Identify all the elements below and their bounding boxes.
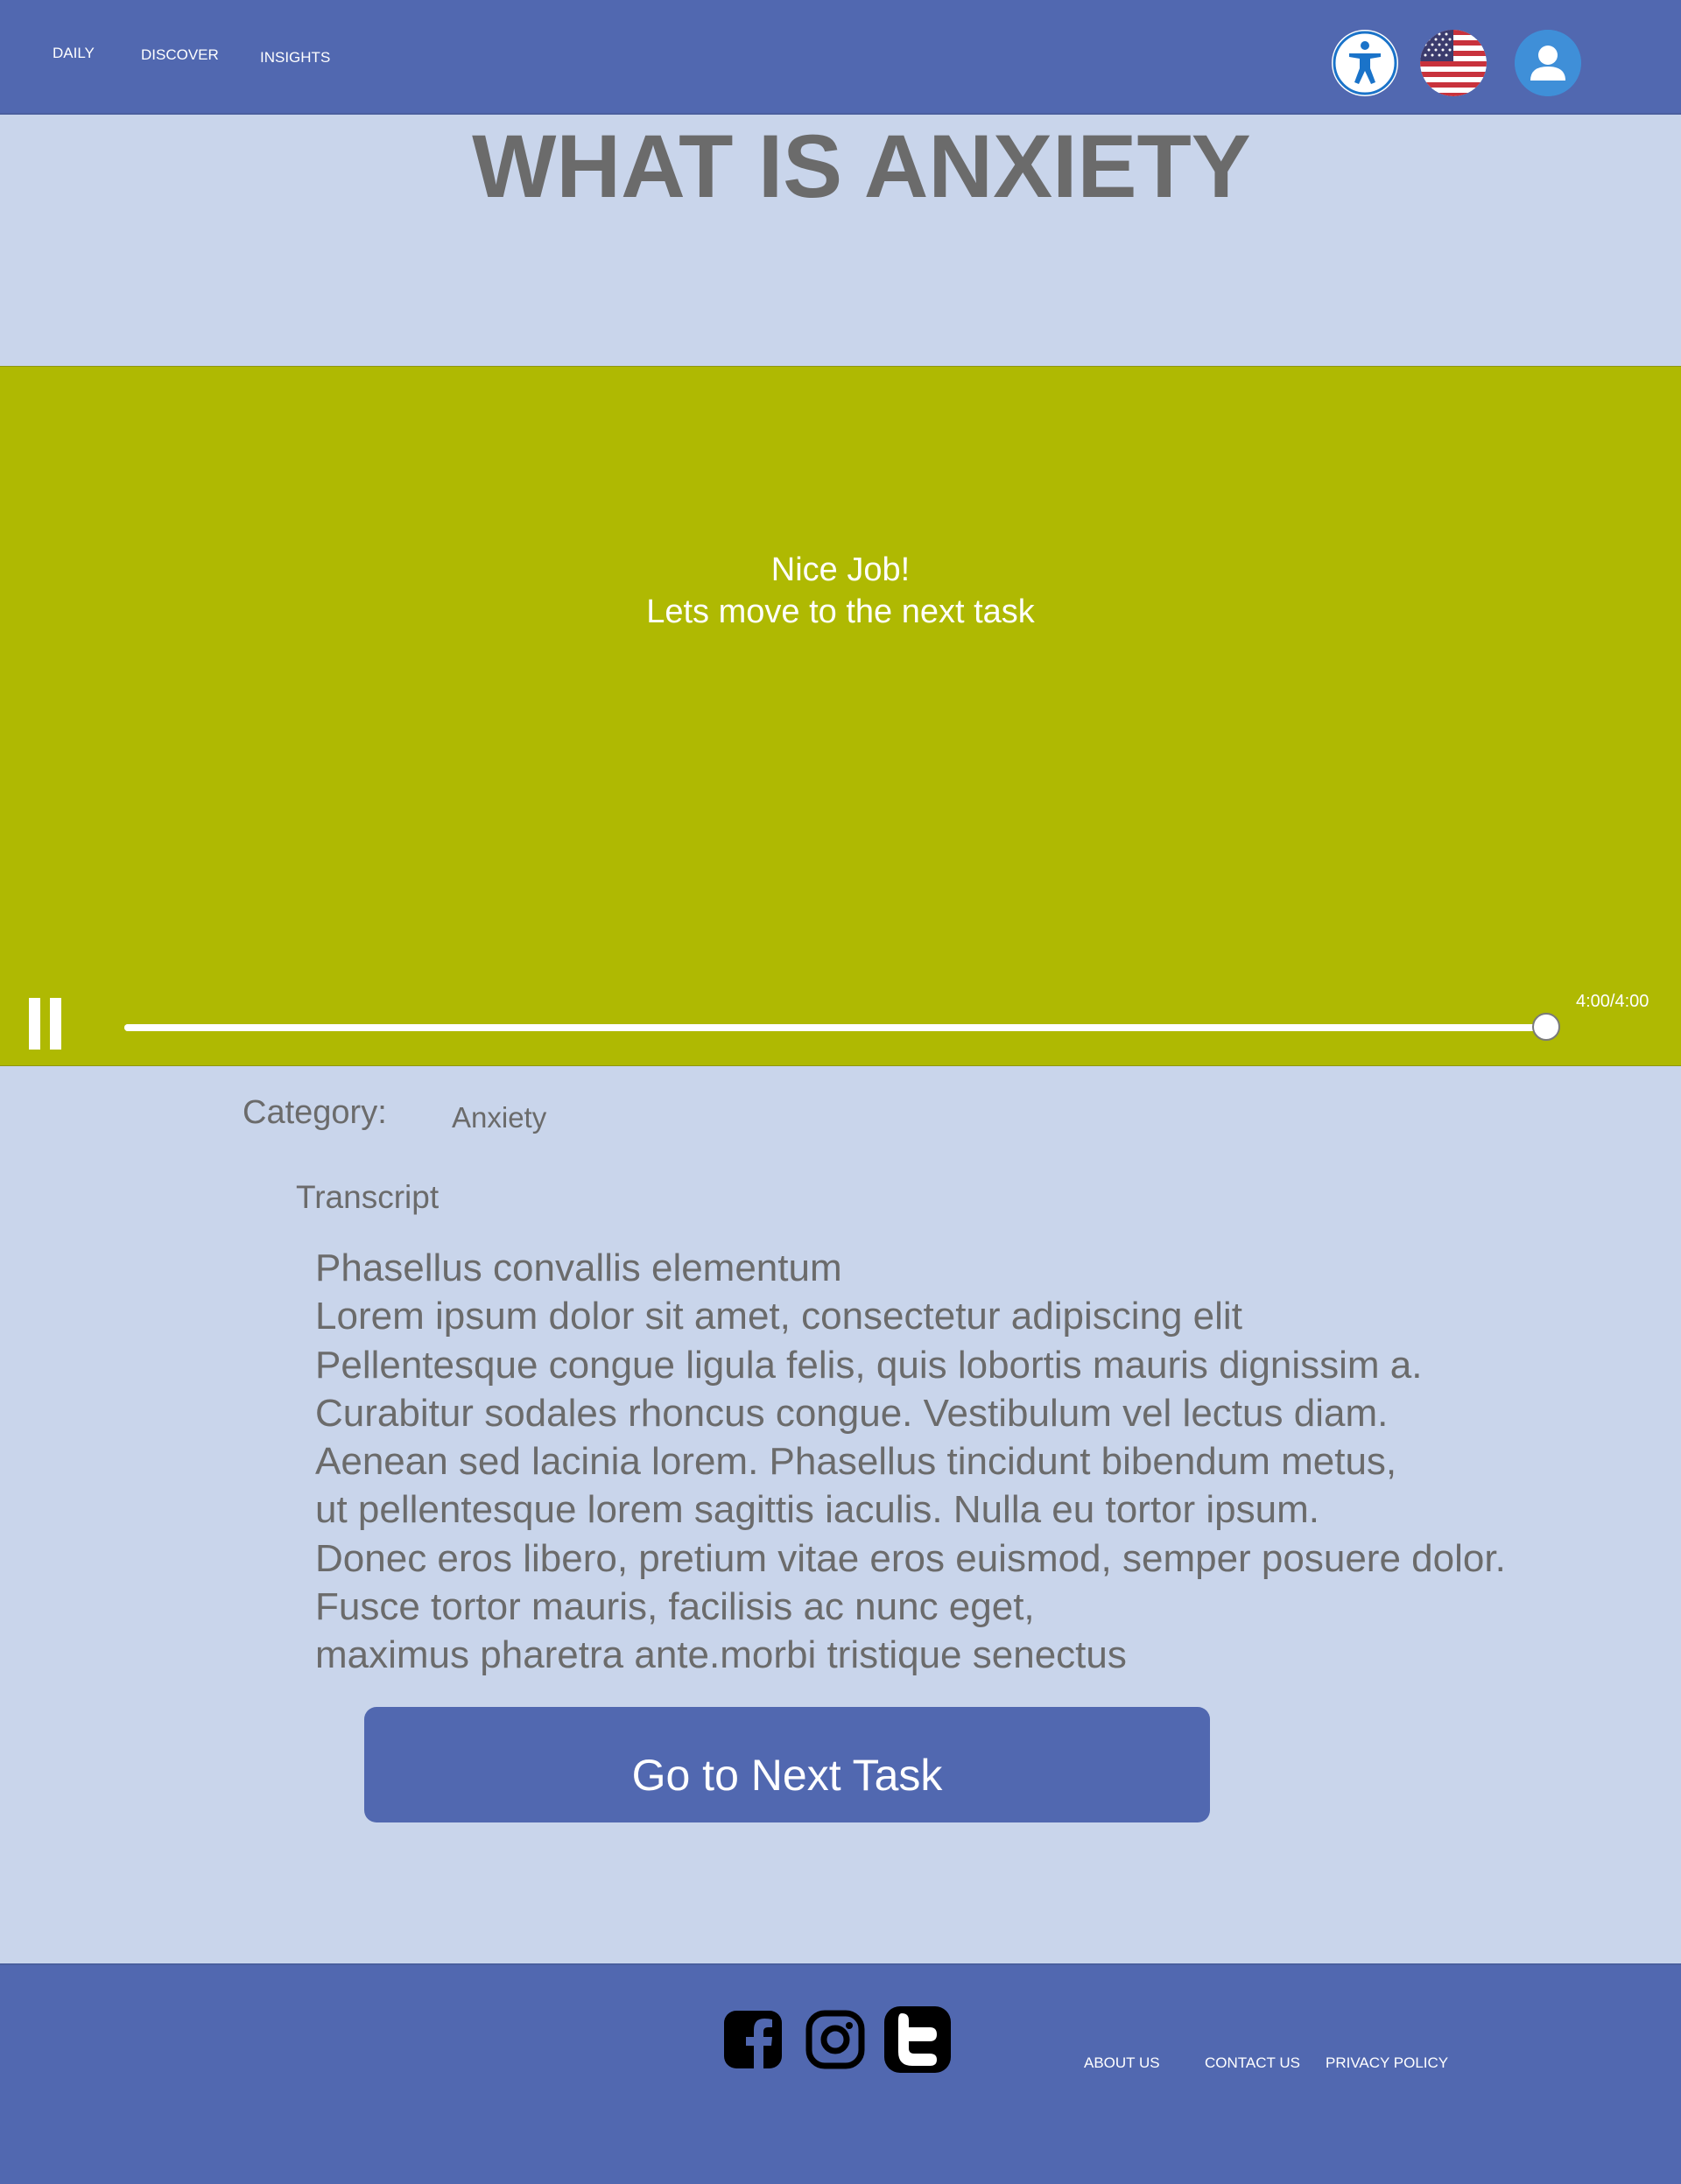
user-avatar-icon[interactable]: [1515, 30, 1581, 96]
video-message-line2: Lets move to the next task: [646, 593, 1035, 630]
transcript-text: Phasellus convallis elementum Lorem ipsu…: [315, 1244, 1628, 1680]
category-label: Category:: [243, 1094, 387, 1131]
transcript-line: Phasellus convallis elementum: [315, 1246, 842, 1289]
video-player[interactable]: Nice Job! Lets move to the next task 4:0…: [0, 366, 1681, 1066]
pause-icon[interactable]: [29, 998, 62, 1050]
category-value: Anxiety: [452, 1101, 547, 1134]
video-time: 4:00/4:00: [1576, 992, 1649, 1011]
video-progress-bar[interactable]: [124, 1024, 1544, 1031]
video-message-line1: Nice Job!: [770, 551, 911, 588]
transcript-line: Aenean sed lacinia lorem. Phasellus tinc…: [315, 1440, 1397, 1484]
video-message: Nice Job! Lets move to the next task: [0, 549, 1681, 633]
transcript-line: Lorem ipsum dolor sit amet, consectetur …: [315, 1295, 1242, 1338]
transcript-line: Fusce tortor mauris, facilisis ac nunc e…: [315, 1585, 1035, 1629]
transcript-line: ut pellentesque lorem sagittis iaculis. …: [315, 1488, 1319, 1532]
footer-contact-link[interactable]: CONTACT US: [1205, 2054, 1300, 2072]
footer-about-link[interactable]: ABOUT US: [1084, 2054, 1160, 2072]
footer-privacy-link[interactable]: PRIVACY POLICY: [1326, 2054, 1448, 2072]
facebook-icon[interactable]: [722, 2009, 784, 2070]
nav-daily[interactable]: DAILY: [53, 45, 95, 62]
nav-insights[interactable]: INSIGHTS: [260, 49, 330, 67]
transcript-label: Transcript: [296, 1179, 440, 1215]
us-flag-icon[interactable]: [1420, 30, 1487, 96]
twitter-icon[interactable]: [883, 2005, 953, 2075]
video-progress-thumb[interactable]: [1532, 1013, 1560, 1041]
transcript-line: Pellentesque congue ligula felis, quis l…: [315, 1343, 1423, 1387]
next-task-button[interactable]: Go to Next Task: [364, 1707, 1210, 1822]
transcript-line: maximus pharetra ante.morbi tristique se…: [315, 1633, 1127, 1677]
video-progress-fill: [124, 1024, 1544, 1031]
transcript-line: Donec eros libero, pretium vitae eros eu…: [315, 1536, 1506, 1580]
site-header: DAILY DISCOVER INSIGHTS: [0, 0, 1681, 115]
page-title: WHAT IS ANXIETY: [472, 116, 1251, 216]
instagram-icon[interactable]: [805, 2009, 866, 2070]
transcript-line: Curabitur sodales rhoncus congue. Vestib…: [315, 1391, 1389, 1435]
nav-discover[interactable]: DISCOVER: [141, 46, 219, 64]
accessibility-icon[interactable]: [1332, 30, 1398, 96]
site-footer: ABOUT US CONTACT US PRIVACY POLICY: [0, 1963, 1681, 2184]
